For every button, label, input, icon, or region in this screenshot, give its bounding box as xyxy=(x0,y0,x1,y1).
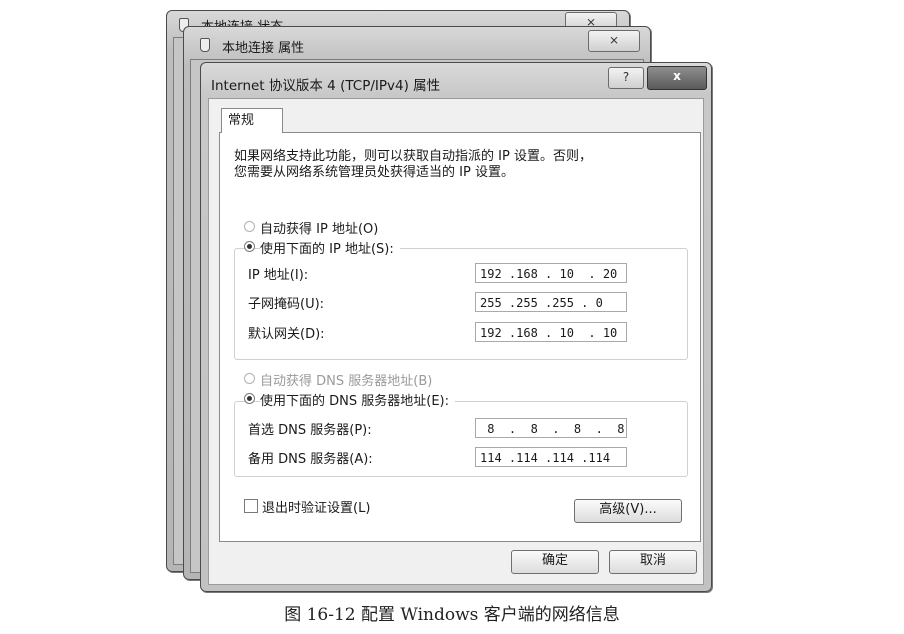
mid-window-title: 本地连接 属性 xyxy=(222,41,305,56)
tcpip-properties-dialog: Internet 协议版本 4 (TCP/IPv4) 属性 ? x 常规 如果网… xyxy=(200,62,712,592)
dns-auto-label[interactable]: 自动获得 DNS 服务器地址(B) xyxy=(260,370,432,389)
ip-manual-label[interactable]: 使用下面的 IP 地址(S): xyxy=(260,238,400,257)
dns-manual-label[interactable]: 使用下面的 DNS 服务器地址(E): xyxy=(260,390,455,409)
mid-window-close-button[interactable]: ⨯ xyxy=(588,30,640,52)
preferred-dns-label: 首选 DNS 服务器(P): xyxy=(248,423,372,438)
ip-auto-label[interactable]: 自动获得 IP 地址(O) xyxy=(260,218,378,237)
subnet-mask-label: 子网掩码(U): xyxy=(248,297,325,312)
ip-manual-radio[interactable] xyxy=(244,241,255,252)
dialog-close-button[interactable]: x xyxy=(647,66,707,90)
default-gateway-label: 默认网关(D): xyxy=(248,327,325,342)
network-icon xyxy=(200,38,210,52)
tab-general[interactable]: 常规 xyxy=(221,108,283,133)
dns-manual-radio[interactable] xyxy=(244,393,255,404)
dialog-title: Internet 协议版本 4 (TCP/IPv4) 属性 xyxy=(211,78,441,94)
alternate-dns-label: 备用 DNS 服务器(A): xyxy=(248,452,373,467)
help-button[interactable]: ? xyxy=(608,67,644,89)
default-gateway-input[interactable]: 192 .168 . 10 . 10 xyxy=(475,322,627,342)
ip-address-label: IP 地址(I): xyxy=(248,268,309,283)
validate-on-exit-checkbox[interactable] xyxy=(244,499,258,513)
ip-auto-radio[interactable] xyxy=(244,221,255,232)
preferred-dns-input[interactable]: 8 . 8 . 8 . 8 xyxy=(475,418,627,438)
validate-on-exit-label[interactable]: 退出时验证设置(L) xyxy=(262,497,370,516)
figure-caption: 图 16-12 配置 Windows 客户端的网络信息 xyxy=(284,605,620,625)
dialog-client-area: 常规 如果网络支持此功能，则可以获取自动指派的 IP 设置。否则， 您需要从网络… xyxy=(208,98,704,585)
advanced-button[interactable]: 高级(V)... xyxy=(574,499,682,523)
ok-button[interactable]: 确定 xyxy=(511,550,599,574)
dns-auto-radio[interactable] xyxy=(244,373,255,384)
subnet-mask-input[interactable]: 255 .255 .255 . 0 xyxy=(475,292,627,312)
ip-address-input[interactable]: 192 .168 . 10 . 20 xyxy=(475,263,627,283)
alternate-dns-input[interactable]: 114 .114 .114 .114 xyxy=(475,447,627,467)
cancel-button[interactable]: 取消 xyxy=(609,550,697,574)
description-line-2: 您需要从网络系统管理员处获得适当的 IP 设置。 xyxy=(234,165,514,180)
general-tab-page: 如果网络支持此功能，则可以获取自动指派的 IP 设置。否则， 您需要从网络系统管… xyxy=(219,132,701,542)
